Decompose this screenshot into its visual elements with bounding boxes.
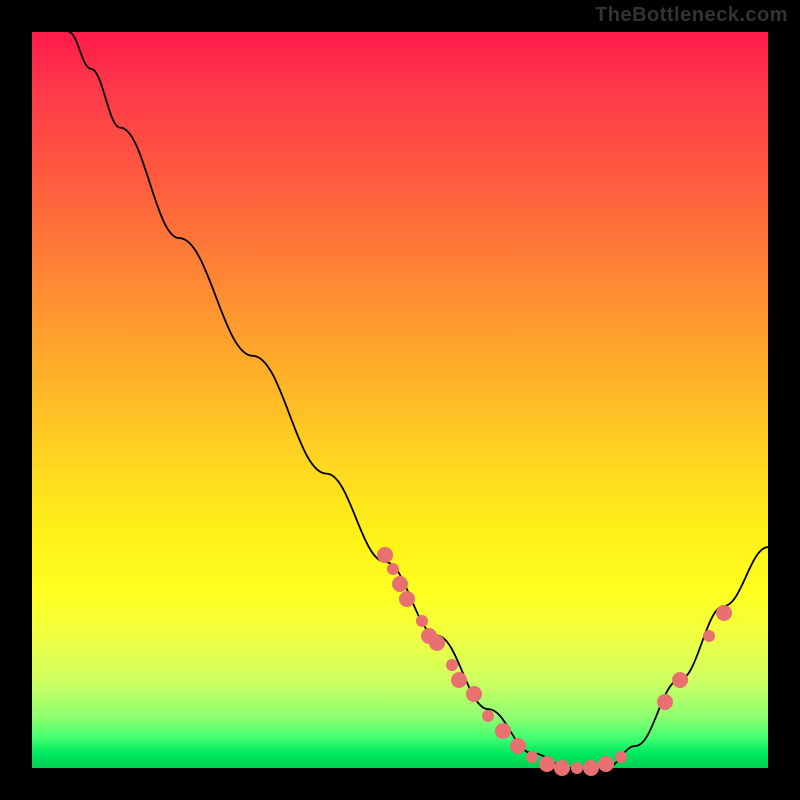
data-point — [466, 686, 482, 702]
bottleneck-curve — [32, 32, 768, 768]
data-point — [510, 738, 526, 754]
data-point — [615, 751, 627, 763]
chart-plot-area — [32, 32, 768, 768]
data-point — [657, 694, 673, 710]
data-point — [539, 756, 555, 772]
data-point — [703, 630, 715, 642]
data-point — [451, 672, 467, 688]
data-point — [526, 751, 538, 763]
data-point — [583, 760, 599, 776]
data-point — [392, 576, 408, 592]
data-point — [716, 605, 732, 621]
data-point — [399, 591, 415, 607]
data-point — [416, 615, 428, 627]
data-point — [387, 563, 399, 575]
data-point — [571, 762, 583, 774]
data-point — [672, 672, 688, 688]
data-point — [377, 547, 393, 563]
watermark-text: TheBottleneck.com — [595, 4, 788, 27]
data-point — [495, 723, 511, 739]
data-point — [429, 635, 445, 651]
data-point — [598, 756, 614, 772]
data-point — [482, 710, 494, 722]
data-point — [446, 659, 458, 671]
data-point — [554, 760, 570, 776]
